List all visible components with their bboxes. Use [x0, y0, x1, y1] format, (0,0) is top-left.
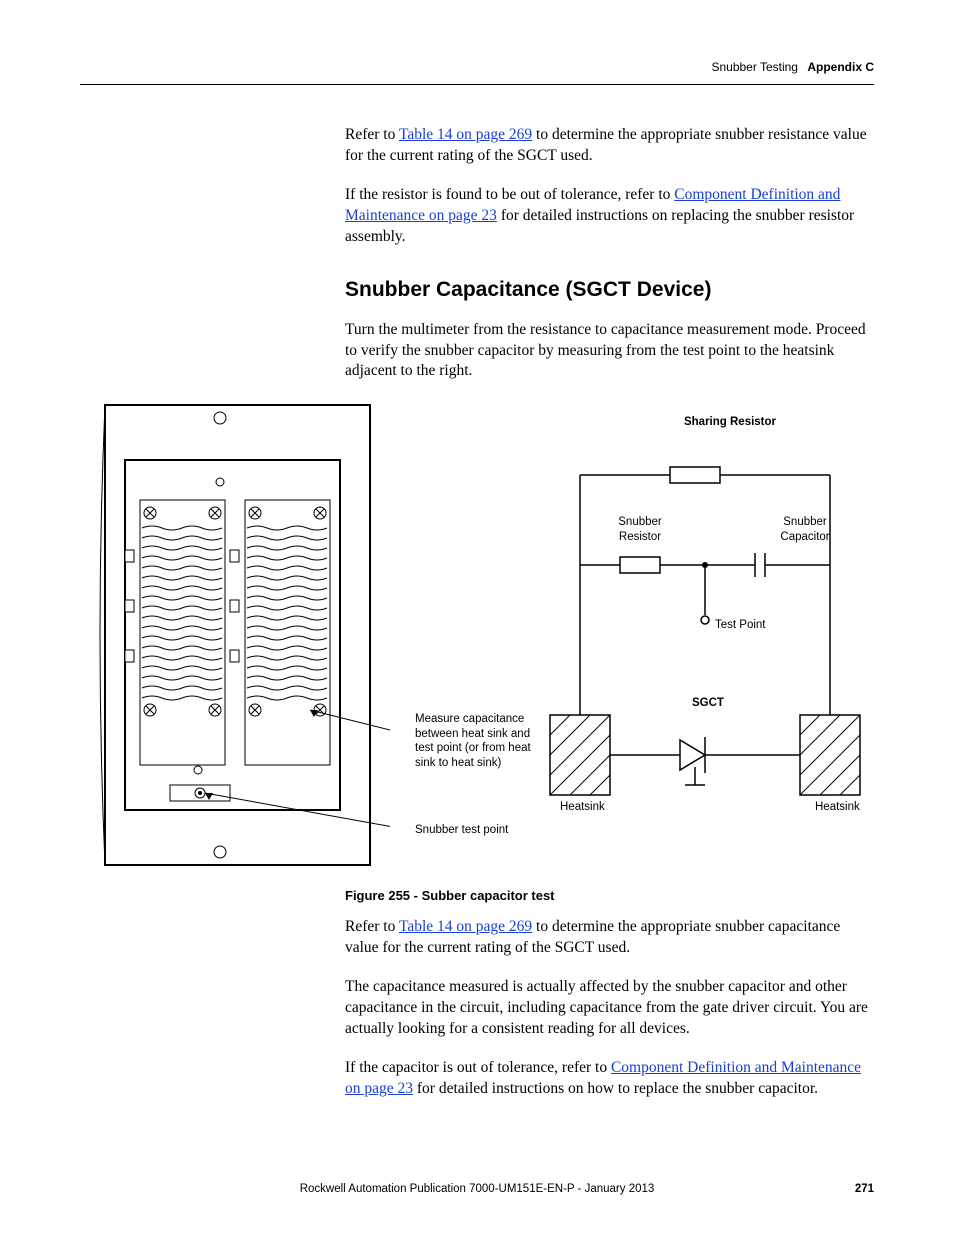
text: If the capacitor is out of tolerance, re… [345, 1059, 611, 1076]
paragraph-4: Refer to Table 14 on page 269 to determi… [345, 917, 874, 959]
label-heatsink-left: Heatsink [560, 800, 605, 814]
paragraph-1: Refer to Table 14 on page 269 to determi… [345, 125, 874, 167]
page: Snubber Testing Appendix C Refer to Tabl… [0, 0, 954, 1235]
label-sgct: SGCT [692, 696, 724, 710]
link-table-14[interactable]: Table 14 on page 269 [399, 126, 532, 143]
label-snubber-resistor: Snubber Resistor [610, 515, 670, 544]
label-snubber-capacitor: Snubber Capacitor [770, 515, 840, 544]
paragraph-5: The capacitance measured is actually aff… [345, 977, 874, 1040]
header-section: Snubber Testing [711, 60, 798, 74]
heading-snubber-capacitance: Snubber Capacitance (SGCT Device) [345, 278, 874, 302]
running-header: Snubber Testing Appendix C [80, 60, 874, 74]
figure-caption: Figure 255 - Subber capacitor test [345, 888, 874, 903]
page-footer: Rockwell Automation Publication 7000-UM1… [80, 1183, 874, 1195]
callout-measure-capacitance: Measure capacitance between heat sink an… [415, 712, 535, 770]
device-illustration [80, 400, 390, 870]
callout-snubber-test-point: Snubber test point [415, 823, 508, 837]
publication-id: Rockwell Automation Publication 7000-UM1… [80, 1183, 874, 1195]
label-test-point: Test Point [715, 618, 766, 632]
header-appendix: Appendix C [807, 60, 874, 74]
body-column: Refer to Table 14 on page 269 to determi… [345, 125, 874, 382]
paragraph-3: Turn the multimeter from the resistance … [345, 320, 874, 383]
link-table-14-b[interactable]: Table 14 on page 269 [399, 918, 532, 935]
label-heatsink-right: Heatsink [815, 800, 860, 814]
text: Refer to [345, 918, 399, 935]
header-rule [80, 84, 874, 85]
label-sharing-resistor: Sharing Resistor [680, 415, 780, 429]
page-number: 271 [855, 1183, 874, 1195]
text: for detailed instructions on how to repl… [413, 1080, 818, 1097]
paragraph-6: If the capacitor is out of tolerance, re… [345, 1058, 874, 1100]
schematic-illustration [540, 415, 870, 845]
body-column-lower: Figure 255 - Subber capacitor test Refer… [345, 888, 874, 1099]
figure-255: Measure capacitance between heat sink an… [80, 400, 874, 870]
text: If the resistor is found to be out of to… [345, 186, 674, 203]
paragraph-2: If the resistor is found to be out of to… [345, 185, 874, 248]
text: Refer to [345, 126, 399, 143]
